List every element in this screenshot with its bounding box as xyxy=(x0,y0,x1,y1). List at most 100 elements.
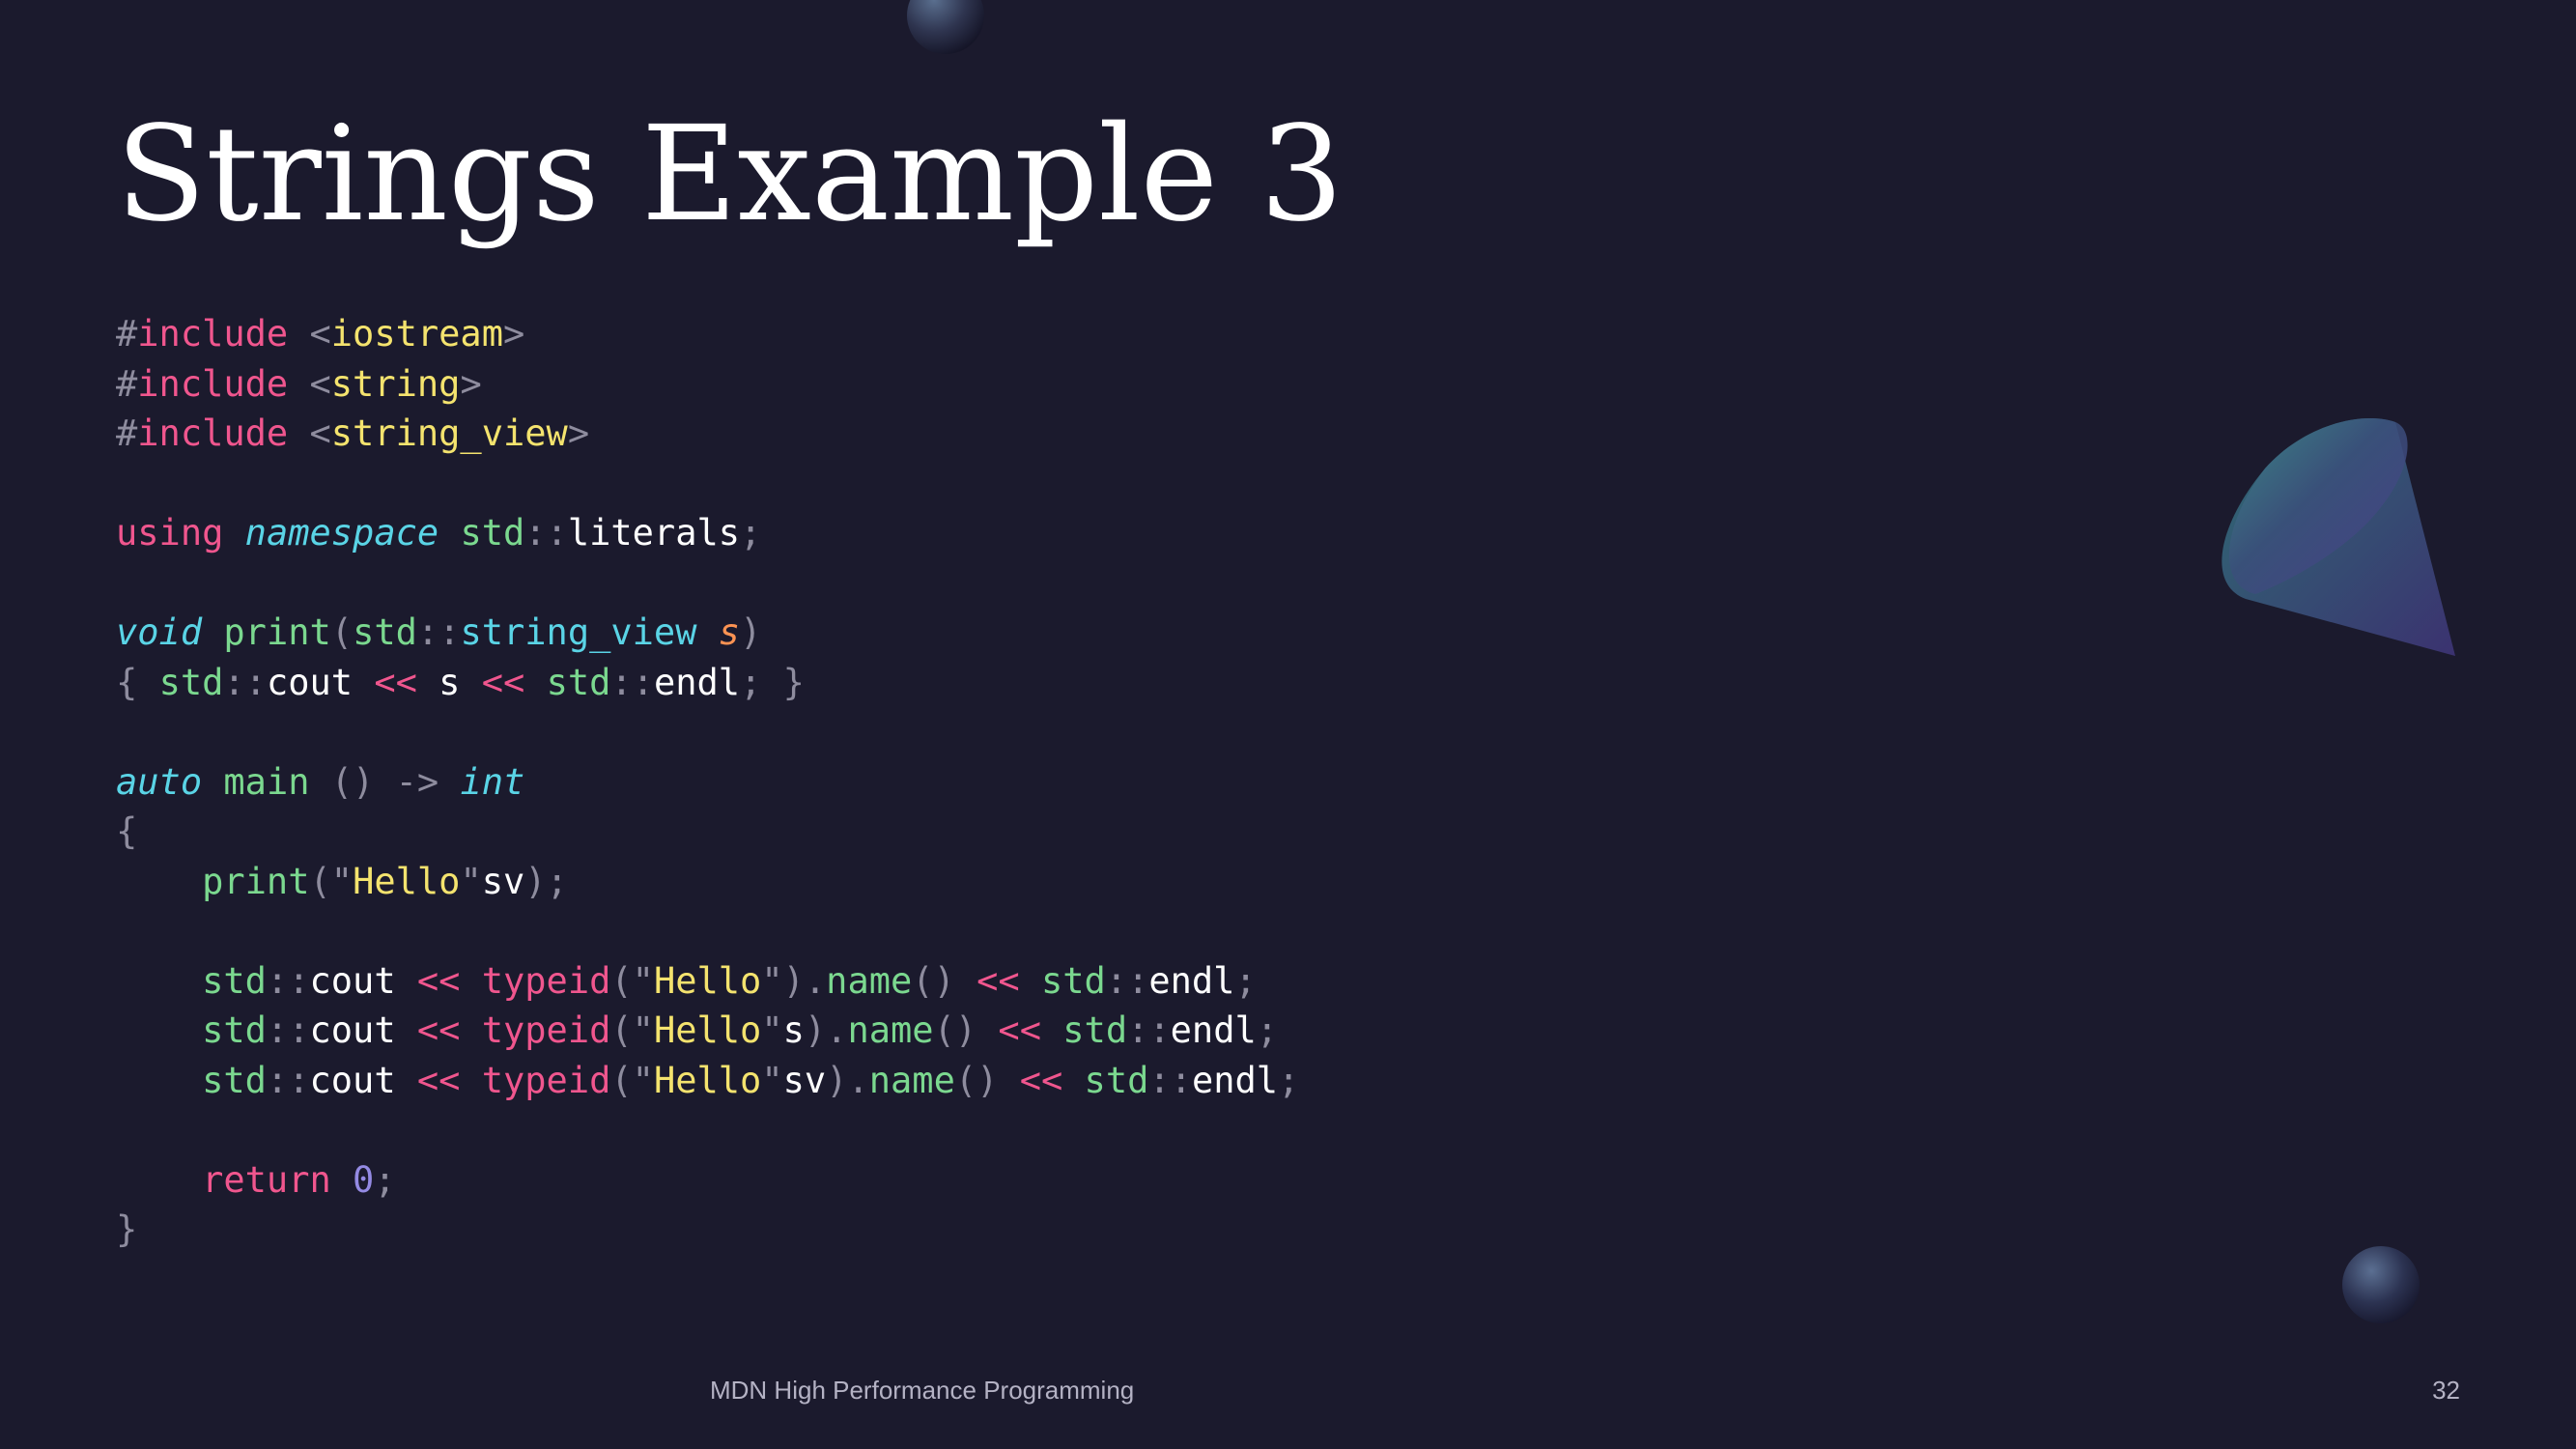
code-token: include xyxy=(137,313,289,355)
code-token: std xyxy=(546,661,611,703)
code-token: include xyxy=(137,362,289,405)
code-line: return 0; xyxy=(116,1155,1299,1206)
footer-text: MDN High Performance Programming xyxy=(710,1376,1135,1405)
code-token: << xyxy=(977,959,1020,1002)
code-token: ). xyxy=(826,1059,869,1101)
code-line: std::cout << typeid("Hello").name() << s… xyxy=(116,956,1299,1007)
code-line: } xyxy=(116,1205,1299,1255)
code-token: std xyxy=(353,611,417,653)
code-token: } xyxy=(782,661,805,703)
code-token: std xyxy=(158,661,224,703)
code-token: 0 xyxy=(353,1158,375,1201)
code-token: string xyxy=(330,362,461,405)
code-token: "). xyxy=(761,959,827,1002)
code-token: name xyxy=(868,1059,955,1101)
code-token: ). xyxy=(804,1009,848,1051)
code-token: () xyxy=(912,959,955,1002)
code-token: { xyxy=(116,810,138,852)
code-line: auto main () -> int xyxy=(116,757,1299,808)
code-token: print xyxy=(223,611,331,653)
code-token: Hello xyxy=(653,959,762,1002)
code-token: # xyxy=(116,313,138,355)
slide: Strings Example 3 #include <iostream> #in… xyxy=(0,0,2576,1449)
code-token: typeid xyxy=(481,959,611,1002)
code-token: " xyxy=(460,860,482,902)
code-token: < xyxy=(309,313,331,355)
code-token: sv xyxy=(782,1059,827,1101)
code-token: iostream xyxy=(330,313,503,355)
code-token: :: xyxy=(266,1009,310,1051)
code-token: main xyxy=(223,760,310,803)
code-token: :: xyxy=(1148,1059,1192,1101)
code-token: ; xyxy=(740,512,762,554)
code-token: << xyxy=(416,1059,461,1101)
code-token: << xyxy=(416,1009,461,1051)
code-token: Hello xyxy=(653,1009,762,1051)
code-token: " xyxy=(761,1059,783,1101)
code-token: :: xyxy=(610,661,654,703)
code-token: std xyxy=(1040,959,1106,1002)
code-block: #include <iostream> #include <string> #inc… xyxy=(116,309,1299,1255)
code-token: # xyxy=(116,412,138,454)
code-token: (" xyxy=(610,1009,654,1051)
code-token: typeid xyxy=(481,1059,611,1101)
code-token: () xyxy=(933,1009,977,1051)
sphere-bottom-decoration xyxy=(2342,1246,2420,1323)
code-token: ; xyxy=(1256,1009,1279,1051)
code-token: # xyxy=(116,362,138,405)
code-token: std xyxy=(202,1009,267,1051)
code-token: :: xyxy=(1105,959,1149,1002)
code-line: void print(std::string_view s) xyxy=(116,608,1299,658)
code-line: using namespace std::literals; xyxy=(116,508,1299,558)
code-line: #include <string_view> xyxy=(116,409,1299,459)
code-token: s xyxy=(782,1009,805,1051)
code-token: ; xyxy=(1278,1059,1300,1101)
code-token: :: xyxy=(1127,1009,1171,1051)
code-token: () xyxy=(330,760,375,803)
code-token: > xyxy=(567,412,590,454)
code-token: (" xyxy=(610,1059,654,1101)
code-token: < xyxy=(309,362,331,405)
code-token: { xyxy=(116,661,138,703)
code-token: cout xyxy=(309,1009,417,1051)
code-token: (" xyxy=(309,860,354,902)
code-token: std xyxy=(202,959,267,1002)
cone-decoration xyxy=(2222,418,2455,656)
code-token: endl xyxy=(653,661,741,703)
code-token: << xyxy=(1019,1059,1063,1101)
code-token: :: xyxy=(266,959,310,1002)
code-token: " xyxy=(761,1009,783,1051)
code-token: ); xyxy=(524,860,568,902)
code-token: (" xyxy=(610,959,654,1002)
code-token: print xyxy=(202,860,310,902)
code-token: Hello xyxy=(653,1059,762,1101)
code-token: ( xyxy=(330,611,354,653)
code-token: } xyxy=(116,1208,138,1250)
code-token: << xyxy=(374,661,417,703)
code-token: string_view xyxy=(330,412,568,454)
code-token: literals xyxy=(567,512,741,554)
